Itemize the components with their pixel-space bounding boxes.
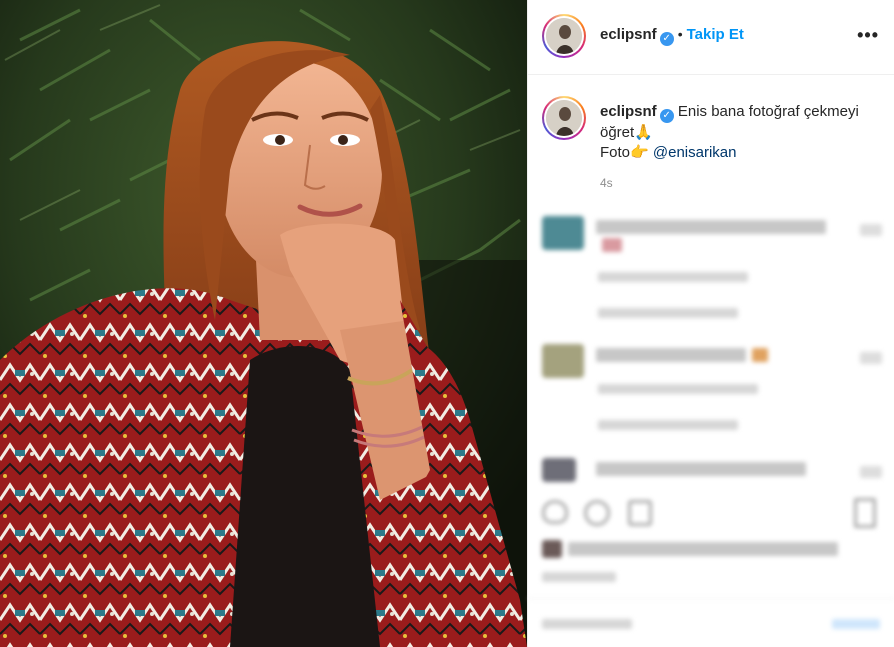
profile-avatar[interactable] — [542, 14, 586, 58]
comment-item — [542, 216, 882, 326]
heart-icon[interactable] — [860, 352, 882, 364]
pray-emoji-icon: 🙏 — [634, 124, 653, 141]
post-photo-image — [0, 0, 527, 647]
comment-text — [596, 462, 806, 476]
comment-emoji — [602, 238, 622, 252]
caption-line2: öğret — [600, 124, 635, 141]
avatar-portrait-icon — [546, 100, 582, 136]
separator-dot: • — [677, 26, 683, 42]
post-details-panel: eclipsnf ✓ • Takip Et ••• eclipsnf ✓ Enis ba… — [527, 0, 894, 647]
heart-icon[interactable] — [542, 500, 568, 524]
comment-text — [596, 348, 746, 362]
post-header: eclipsnf ✓ • Takip Et ••• — [528, 0, 894, 75]
comment-meta — [598, 384, 758, 394]
comment-icon[interactable] — [584, 500, 610, 526]
pointing-emoji-icon: 👉 — [630, 144, 649, 161]
post-actions-bar — [528, 488, 894, 598]
post-caption: eclipsnf ✓ Enis bana fotoğraf çekmeyi öğr… — [600, 102, 880, 163]
comment-meta — [598, 272, 748, 282]
comment-avatar[interactable] — [542, 344, 584, 378]
bookmark-icon[interactable] — [854, 498, 876, 528]
comment-avatar[interactable] — [542, 216, 584, 250]
heart-icon[interactable] — [860, 466, 882, 478]
caption-timestamp: 4s — [600, 176, 613, 190]
comment-avatar[interactable] — [542, 458, 576, 482]
add-comment-input[interactable] — [542, 619, 632, 629]
caption-mention-link[interactable]: @enisarikan — [653, 144, 737, 161]
add-comment-bar — [528, 598, 894, 647]
heart-icon[interactable] — [860, 224, 882, 236]
share-icon[interactable] — [628, 500, 652, 526]
verified-badge-icon: ✓ — [659, 32, 674, 46]
avatar-portrait-icon — [546, 18, 582, 54]
more-options-icon[interactable]: ••• — [857, 26, 879, 44]
caption-line1: Enis bana fotoğraf çekmeyi — [677, 103, 859, 120]
header-username[interactable]: eclipsnf — [600, 26, 657, 43]
caption-line3-prefix: Foto — [600, 144, 631, 161]
verified-badge-icon: ✓ — [659, 109, 674, 123]
caption-avatar[interactable] — [542, 96, 586, 140]
comment-emoji — [752, 348, 768, 362]
view-replies[interactable] — [598, 308, 738, 318]
post-comment-button[interactable] — [832, 619, 880, 629]
comment-item — [542, 458, 882, 488]
post-photo[interactable] — [0, 0, 527, 647]
liked-by-text[interactable] — [568, 542, 838, 556]
view-replies[interactable] — [598, 420, 738, 430]
post-date — [542, 572, 616, 582]
comment-text — [596, 220, 826, 234]
follow-button[interactable]: Takip Et — [687, 26, 744, 43]
comment-item — [542, 344, 882, 444]
liked-by-avatar — [542, 540, 562, 558]
caption-username[interactable]: eclipsnf — [600, 103, 657, 120]
